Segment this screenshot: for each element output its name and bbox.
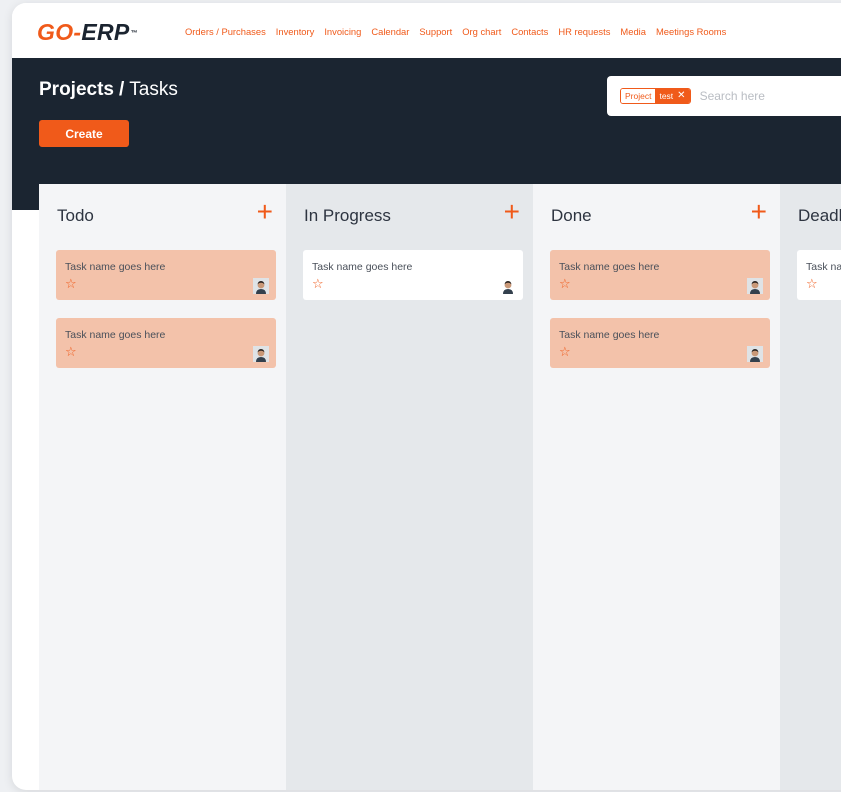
star-icon[interactable]: ☆ (559, 277, 571, 290)
nav-link-hr-requests[interactable]: HR requests (558, 26, 610, 38)
column-title: In Progress (304, 206, 391, 225)
column-title: Todo (57, 206, 94, 225)
breadcrumb-projects[interactable]: Projects (39, 79, 114, 100)
column-title: Deadline (798, 206, 841, 225)
nav-link-invoicing[interactable]: Invoicing (324, 26, 361, 38)
task-card[interactable]: Task name goes here ☆ (303, 250, 523, 300)
column-title: Done (551, 206, 592, 225)
facet-remove-icon[interactable]: ✕ (677, 89, 685, 103)
column-todo: Todo + Task name goes here ☆ Task name g… (39, 184, 286, 790)
add-task-icon[interactable]: + (257, 197, 273, 227)
avatar (253, 346, 269, 362)
task-title: Task name goes here (559, 329, 660, 341)
top-navigation: GO-ERP™ Orders / Purchases Inventory Inv… (12, 3, 841, 58)
avatar (747, 278, 763, 294)
nav-link-contacts[interactable]: Contacts (511, 26, 548, 38)
breadcrumb: Projects / Tasks (39, 78, 178, 102)
facet-label: Project (621, 89, 656, 103)
nav-link-orders-purchases[interactable]: Orders / Purchases (185, 26, 266, 38)
avatar (747, 346, 763, 362)
nav-link-calendar[interactable]: Calendar (371, 26, 409, 38)
task-title: Task name goes here (65, 329, 166, 341)
star-icon[interactable]: ☆ (312, 277, 324, 290)
task-card[interactable]: Task name goes here ☆ (550, 318, 770, 368)
nav-link-support[interactable]: Support (419, 26, 452, 38)
task-card[interactable]: Task name goes here ☆ (56, 250, 276, 300)
add-task-icon[interactable]: + (751, 197, 767, 227)
task-card[interactable]: Task name goes here ☆ (550, 250, 770, 300)
kanban-board: Todo + Task name goes here ☆ Task name g… (39, 184, 841, 790)
search-facet: Project test ✕ (620, 88, 691, 104)
nav-link-media[interactable]: Media (620, 26, 646, 38)
facet-value-wrap: test ✕ (655, 89, 690, 103)
logo-trademark: ™ (130, 30, 138, 37)
column-done: Done + Task name goes here ☆ Task name g… (533, 184, 780, 790)
task-title: Task name goes here (559, 261, 660, 273)
avatar (253, 278, 269, 294)
logo-erp: ERP (81, 19, 130, 45)
logo-go: GO (37, 19, 74, 45)
search-box: Project test ✕ (607, 76, 841, 116)
star-icon[interactable]: ☆ (806, 277, 818, 290)
task-title: Task name goes here (65, 261, 166, 273)
task-card[interactable]: Task name goes here ☆ (797, 250, 841, 300)
task-card[interactable]: Task name goes here ☆ (56, 318, 276, 368)
nav-link-inventory[interactable]: Inventory (276, 26, 315, 38)
nav-link-org-chart[interactable]: Org chart (462, 26, 501, 38)
avatar (500, 278, 516, 294)
star-icon[interactable]: ☆ (65, 277, 77, 290)
nav-link-meetings-rooms[interactable]: Meetings Rooms (656, 26, 726, 38)
brand-logo[interactable]: GO-ERP™ (37, 20, 138, 44)
task-title: Task name goes here (312, 261, 413, 273)
column-in-progress: In Progress + Task name goes here ☆ (286, 184, 533, 790)
add-task-icon[interactable]: + (504, 197, 520, 227)
create-button[interactable]: Create (39, 120, 129, 147)
breadcrumb-separator: / (118, 79, 125, 100)
column-deadline: Deadline Task name goes here ☆ (780, 184, 841, 790)
nav-links: Orders / Purchases Inventory Invoicing C… (185, 26, 736, 38)
facet-value: test (659, 91, 674, 101)
search-input[interactable] (699, 89, 830, 103)
task-title: Task name goes here (806, 261, 841, 273)
star-icon[interactable]: ☆ (559, 345, 571, 358)
app-window: GO-ERP™ Orders / Purchases Inventory Inv… (12, 3, 841, 790)
breadcrumb-tasks: Tasks (129, 79, 178, 100)
star-icon[interactable]: ☆ (65, 345, 77, 358)
